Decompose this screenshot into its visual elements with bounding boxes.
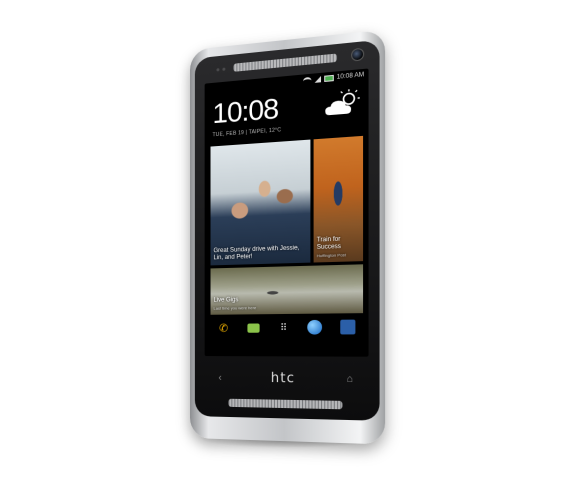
caption-source: Huffington Post	[316, 252, 346, 259]
feed-tile-gigs[interactable]: Live Gigs Last time you were here	[210, 264, 364, 315]
phone-screen: 10:08 AM 10:08 TUE, FEB 19 | TAIPEI, 12°…	[204, 68, 369, 357]
htc-logo: htc	[270, 370, 296, 386]
browser-icon[interactable]	[307, 319, 323, 335]
apps-icon[interactable]: ⠿	[276, 320, 291, 335]
sensor-dot	[222, 67, 226, 71]
home-icon[interactable]: ⌂	[347, 373, 354, 385]
camera-icon[interactable]	[339, 319, 356, 335]
feed-tile-friends[interactable]: Great Sunday drive with Jessie, Lin, and…	[210, 139, 311, 266]
phone-icon[interactable]: ✆	[217, 321, 231, 335]
app-dock: ✆ ⠿	[205, 313, 369, 335]
sensor-dot	[216, 68, 220, 72]
partly-cloudy-icon	[325, 87, 362, 116]
front-camera	[351, 47, 365, 62]
tile-caption: Live Gigs Last time you were here	[213, 295, 359, 312]
caption-line: Lin, and Peter!	[213, 254, 253, 262]
tile-caption: Great Sunday drive with Jessie, Lin, and…	[213, 245, 307, 262]
status-time: 10:08 AM	[336, 72, 365, 81]
battery-icon	[323, 74, 334, 83]
signal-icon	[314, 76, 321, 83]
caption-line: Last time you were here	[213, 305, 257, 311]
clock-time: 10:08	[212, 92, 279, 130]
tile-caption: Train for Success Huffington Post	[317, 236, 360, 260]
blinkfeed-tiles: Great Sunday drive with Jessie, Lin, and…	[205, 127, 369, 315]
back-arrow-icon[interactable]: ‹	[218, 372, 221, 383]
phone-front-panel: 10:08 AM 10:08 TUE, FEB 19 | TAIPEI, 12°…	[194, 39, 380, 421]
top-speaker-grille	[233, 53, 338, 72]
nav-bar: ‹ htc ⌂	[205, 366, 369, 391]
wifi-icon	[302, 76, 312, 85]
feed-tile-runner[interactable]: Train for Success Huffington Post	[313, 135, 364, 263]
bottom-speaker-grille	[228, 398, 343, 410]
messages-icon[interactable]	[247, 322, 260, 333]
smartphone: 10:08 AM 10:08 TUE, FEB 19 | TAIPEI, 12°…	[190, 29, 386, 445]
